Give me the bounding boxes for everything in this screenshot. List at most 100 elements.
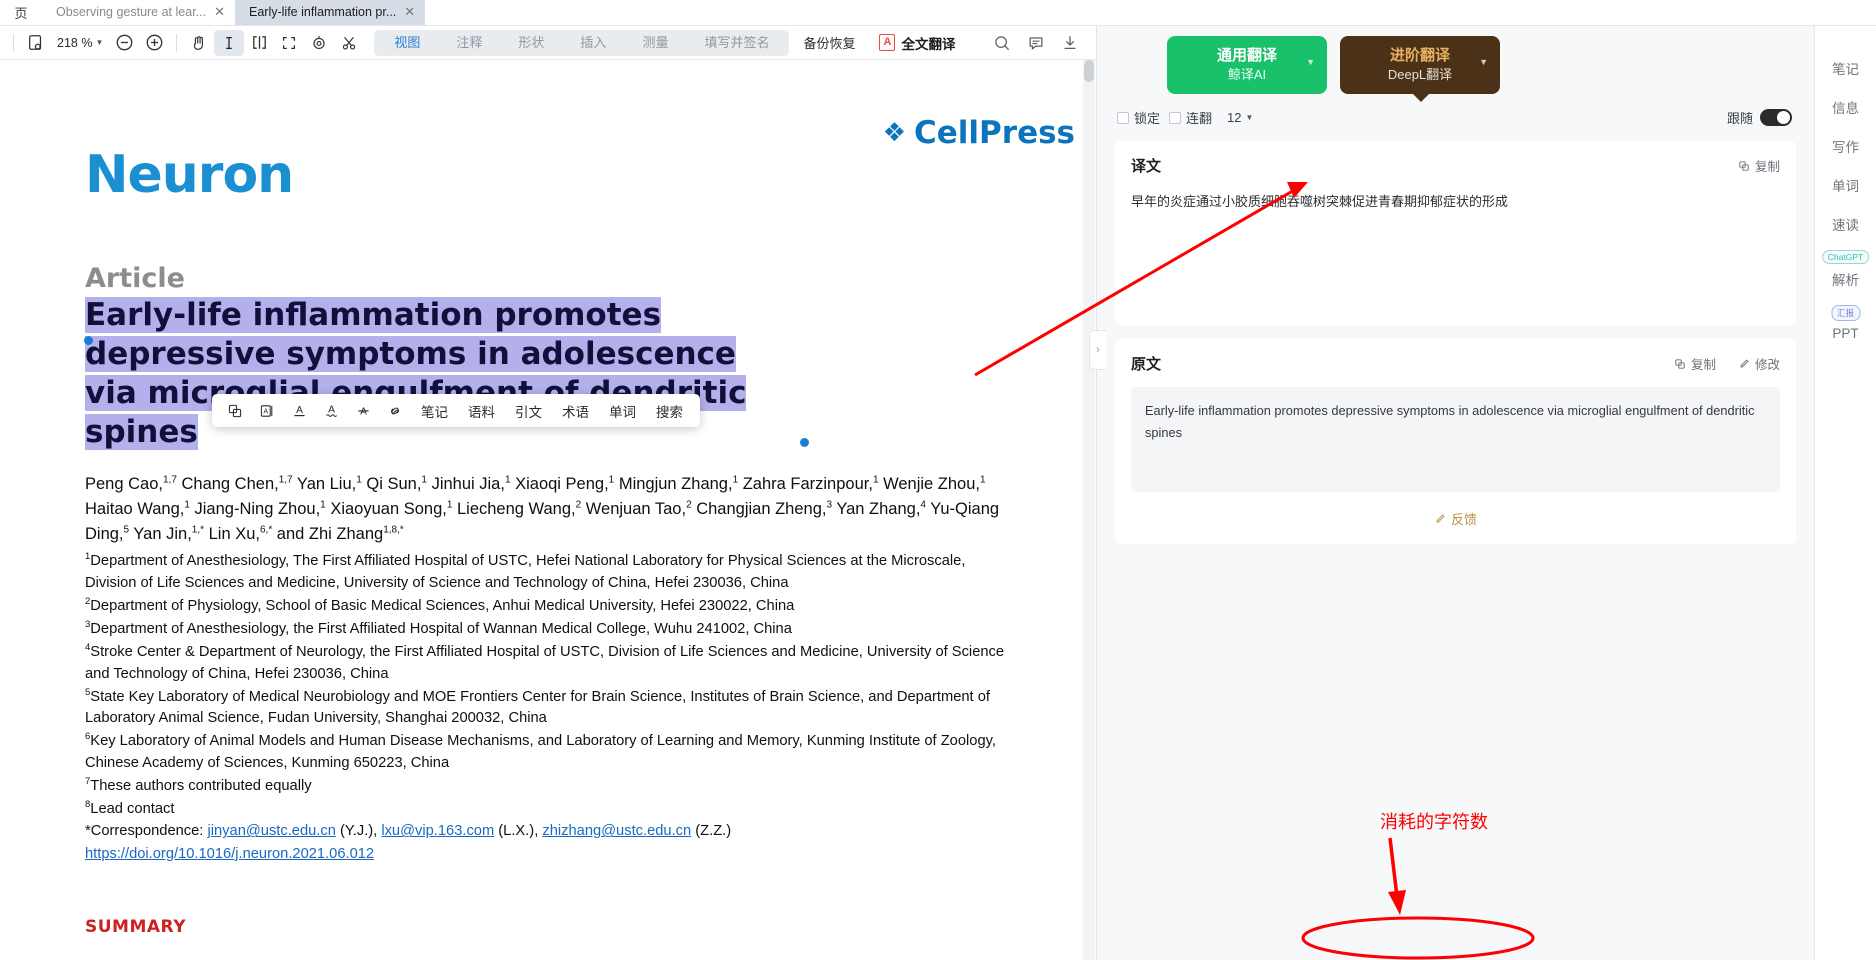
document-scrollbar-thumb[interactable]: [1084, 60, 1094, 82]
selection-handle-end[interactable]: [800, 438, 809, 447]
copy-icon[interactable]: [220, 397, 250, 424]
translation-actions: 复制: [1738, 156, 1780, 175]
highlight-icon[interactable]: A: [252, 397, 282, 424]
ribbon-tab-fill-sign[interactable]: 填写并签名: [686, 30, 787, 56]
email-link[interactable]: jinyan@ustc.edu.cn: [207, 823, 335, 839]
eye-icon[interactable]: [304, 30, 334, 56]
split-view-icon[interactable]: [244, 30, 274, 56]
follow-label: 跟随: [1727, 108, 1753, 127]
annotation-label: 消耗的字符数: [1380, 808, 1488, 834]
ribbon-tab-view[interactable]: 视图: [376, 30, 438, 56]
selection-corpus-button[interactable]: 语料: [459, 401, 504, 421]
continuous-checkbox[interactable]: [1169, 112, 1181, 124]
close-icon[interactable]: ✕: [214, 4, 225, 20]
email-link[interactable]: lxu@vip.163.com: [381, 823, 494, 839]
strikethrough-icon[interactable]: A: [348, 397, 378, 424]
chevron-down-icon[interactable]: ▼: [1306, 57, 1315, 67]
original-card: 原文 复制 修改 Early-life inflammation promote…: [1115, 339, 1796, 544]
right-sidebar: 笔记 信息 写作 单词 速读 ChatGPT 解析 汇报 PPT: [1814, 26, 1876, 960]
email-link[interactable]: zhizhang@ustc.edu.cn: [542, 823, 691, 839]
divider: [13, 34, 14, 52]
selection-handle-start[interactable]: [84, 336, 93, 345]
panel-collapse-toggle[interactable]: ›: [1089, 330, 1106, 370]
original-text[interactable]: Early-life inflammation promotes depress…: [1131, 387, 1780, 492]
authors-list: Peng Cao,1,7 Chang Chen,1,7 Yan Liu,1 Qi…: [85, 472, 1005, 546]
tab-early-life-inflammation[interactable]: Early-life inflammation pr... ✕: [235, 0, 425, 25]
original-card-header: 原文 复制 修改: [1131, 353, 1780, 374]
translation-text: 早年的炎症通过小胶质细胞吞噬树突棘促进青春期抑郁症状的形成: [1131, 191, 1780, 309]
lock-label: 锁定: [1134, 108, 1160, 127]
hand-tool-icon[interactable]: [184, 30, 214, 56]
link-icon[interactable]: [380, 397, 410, 424]
sidebar-item-analysis[interactable]: ChatGPT 解析: [1815, 259, 1876, 298]
download-icon[interactable]: [1055, 30, 1085, 56]
pdf-icon: A: [879, 34, 895, 51]
original-title: 原文: [1131, 353, 1161, 374]
lock-checkbox-group[interactable]: 锁定: [1117, 108, 1160, 127]
affiliation-item: 7These authors contributed equally: [85, 775, 1005, 797]
affiliations: 1Department of Anesthesiology, The First…: [85, 550, 1005, 865]
zoom-in-icon[interactable]: [139, 30, 169, 56]
document-scrollbar-track[interactable]: [1083, 60, 1095, 960]
copy-translation-button[interactable]: 复制: [1738, 156, 1780, 175]
sidebar-item-speedread[interactable]: 速读: [1815, 204, 1876, 243]
continuous-label: 连翻: [1186, 108, 1212, 127]
mode-subtitle: 鲸译AI: [1228, 66, 1266, 84]
home-tab[interactable]: 页: [0, 0, 42, 25]
zoom-out-icon[interactable]: [109, 30, 139, 56]
scissors-icon[interactable]: [334, 30, 364, 56]
doi-link[interactable]: https://doi.org/10.1016/j.neuron.2021.06…: [85, 846, 374, 862]
svg-text:A: A: [360, 406, 367, 417]
close-icon[interactable]: ✕: [404, 4, 415, 20]
continuous-checkbox-group[interactable]: 连翻: [1169, 108, 1212, 127]
full-translate-button[interactable]: A 全文翻译: [869, 33, 965, 53]
svg-text:A: A: [263, 406, 268, 415]
search-icon[interactable]: [987, 30, 1017, 56]
mode-general-translate[interactable]: 通用翻译 鲸译AI ▼: [1167, 36, 1327, 94]
feedback-button[interactable]: 反馈: [1131, 509, 1780, 528]
squiggly-underline-icon[interactable]: A: [316, 397, 346, 424]
selection-term-button[interactable]: 术语: [553, 401, 598, 421]
fullscreen-icon[interactable]: [274, 30, 304, 56]
selection-search-button[interactable]: 搜索: [647, 401, 692, 421]
ribbon-tab-annotate[interactable]: 注释: [438, 30, 500, 56]
comment-icon[interactable]: [1021, 30, 1051, 56]
zoom-level-selector[interactable]: 218 % ▼: [51, 36, 109, 50]
sidebar-item-label: PPT: [1832, 326, 1858, 341]
selection-note-button[interactable]: 笔记: [412, 401, 457, 421]
sidebar-item-writing[interactable]: 写作: [1815, 126, 1876, 165]
tab-label: Observing gesture at lear...: [56, 5, 206, 19]
backup-restore-button[interactable]: 备份恢复: [789, 33, 869, 52]
publisher-name: CellPress: [914, 115, 1075, 151]
mode-advanced-translate[interactable]: 进阶翻译 DeepL翻译 ▼: [1340, 36, 1500, 94]
ribbon-tab-insert[interactable]: 插入: [562, 30, 624, 56]
translate-mode-row: 通用翻译 鲸译AI ▼ 进阶翻译 DeepL翻译 ▼: [1097, 26, 1814, 94]
text-select-icon[interactable]: [214, 30, 244, 56]
sidebar-item-info[interactable]: 信息: [1815, 87, 1876, 126]
page-view-icon[interactable]: [21, 30, 51, 56]
selection-citation-button[interactable]: 引文: [506, 401, 551, 421]
follow-toggle[interactable]: [1760, 109, 1792, 126]
sidebar-item-words[interactable]: 单词: [1815, 165, 1876, 204]
underline-icon[interactable]: A: [284, 397, 314, 424]
follow-toggle-group[interactable]: 跟随: [1727, 108, 1792, 127]
email-who: (Y.J.),: [336, 823, 381, 839]
count-selector[interactable]: 12 ▼: [1227, 110, 1253, 125]
article-kicker: Article: [85, 263, 1240, 294]
chatgpt-badge: ChatGPT: [1822, 250, 1869, 264]
copy-original-button[interactable]: 复制: [1674, 354, 1716, 373]
mode-title: 通用翻译: [1217, 47, 1277, 66]
sidebar-item-ppt[interactable]: 汇报 PPT: [1815, 314, 1876, 353]
chevron-down-icon[interactable]: ▼: [1479, 57, 1488, 67]
ribbon-tab-shapes[interactable]: 形状: [500, 30, 562, 56]
affiliation-item: 6Key Laboratory of Animal Models and Hum…: [85, 730, 1005, 774]
ribbon-tab-measure[interactable]: 测量: [624, 30, 686, 56]
tab-strip: 页 Observing gesture at lear... ✕ Early-l…: [0, 0, 1876, 26]
feedback-label: 反馈: [1451, 509, 1477, 528]
lock-checkbox[interactable]: [1117, 112, 1129, 124]
selection-word-button[interactable]: 单词: [600, 401, 645, 421]
chevron-down-icon: ▼: [1246, 113, 1254, 122]
sidebar-item-notes[interactable]: 笔记: [1815, 48, 1876, 87]
edit-original-button[interactable]: 修改: [1738, 354, 1780, 373]
tab-observing-gesture[interactable]: Observing gesture at lear... ✕: [42, 0, 235, 25]
